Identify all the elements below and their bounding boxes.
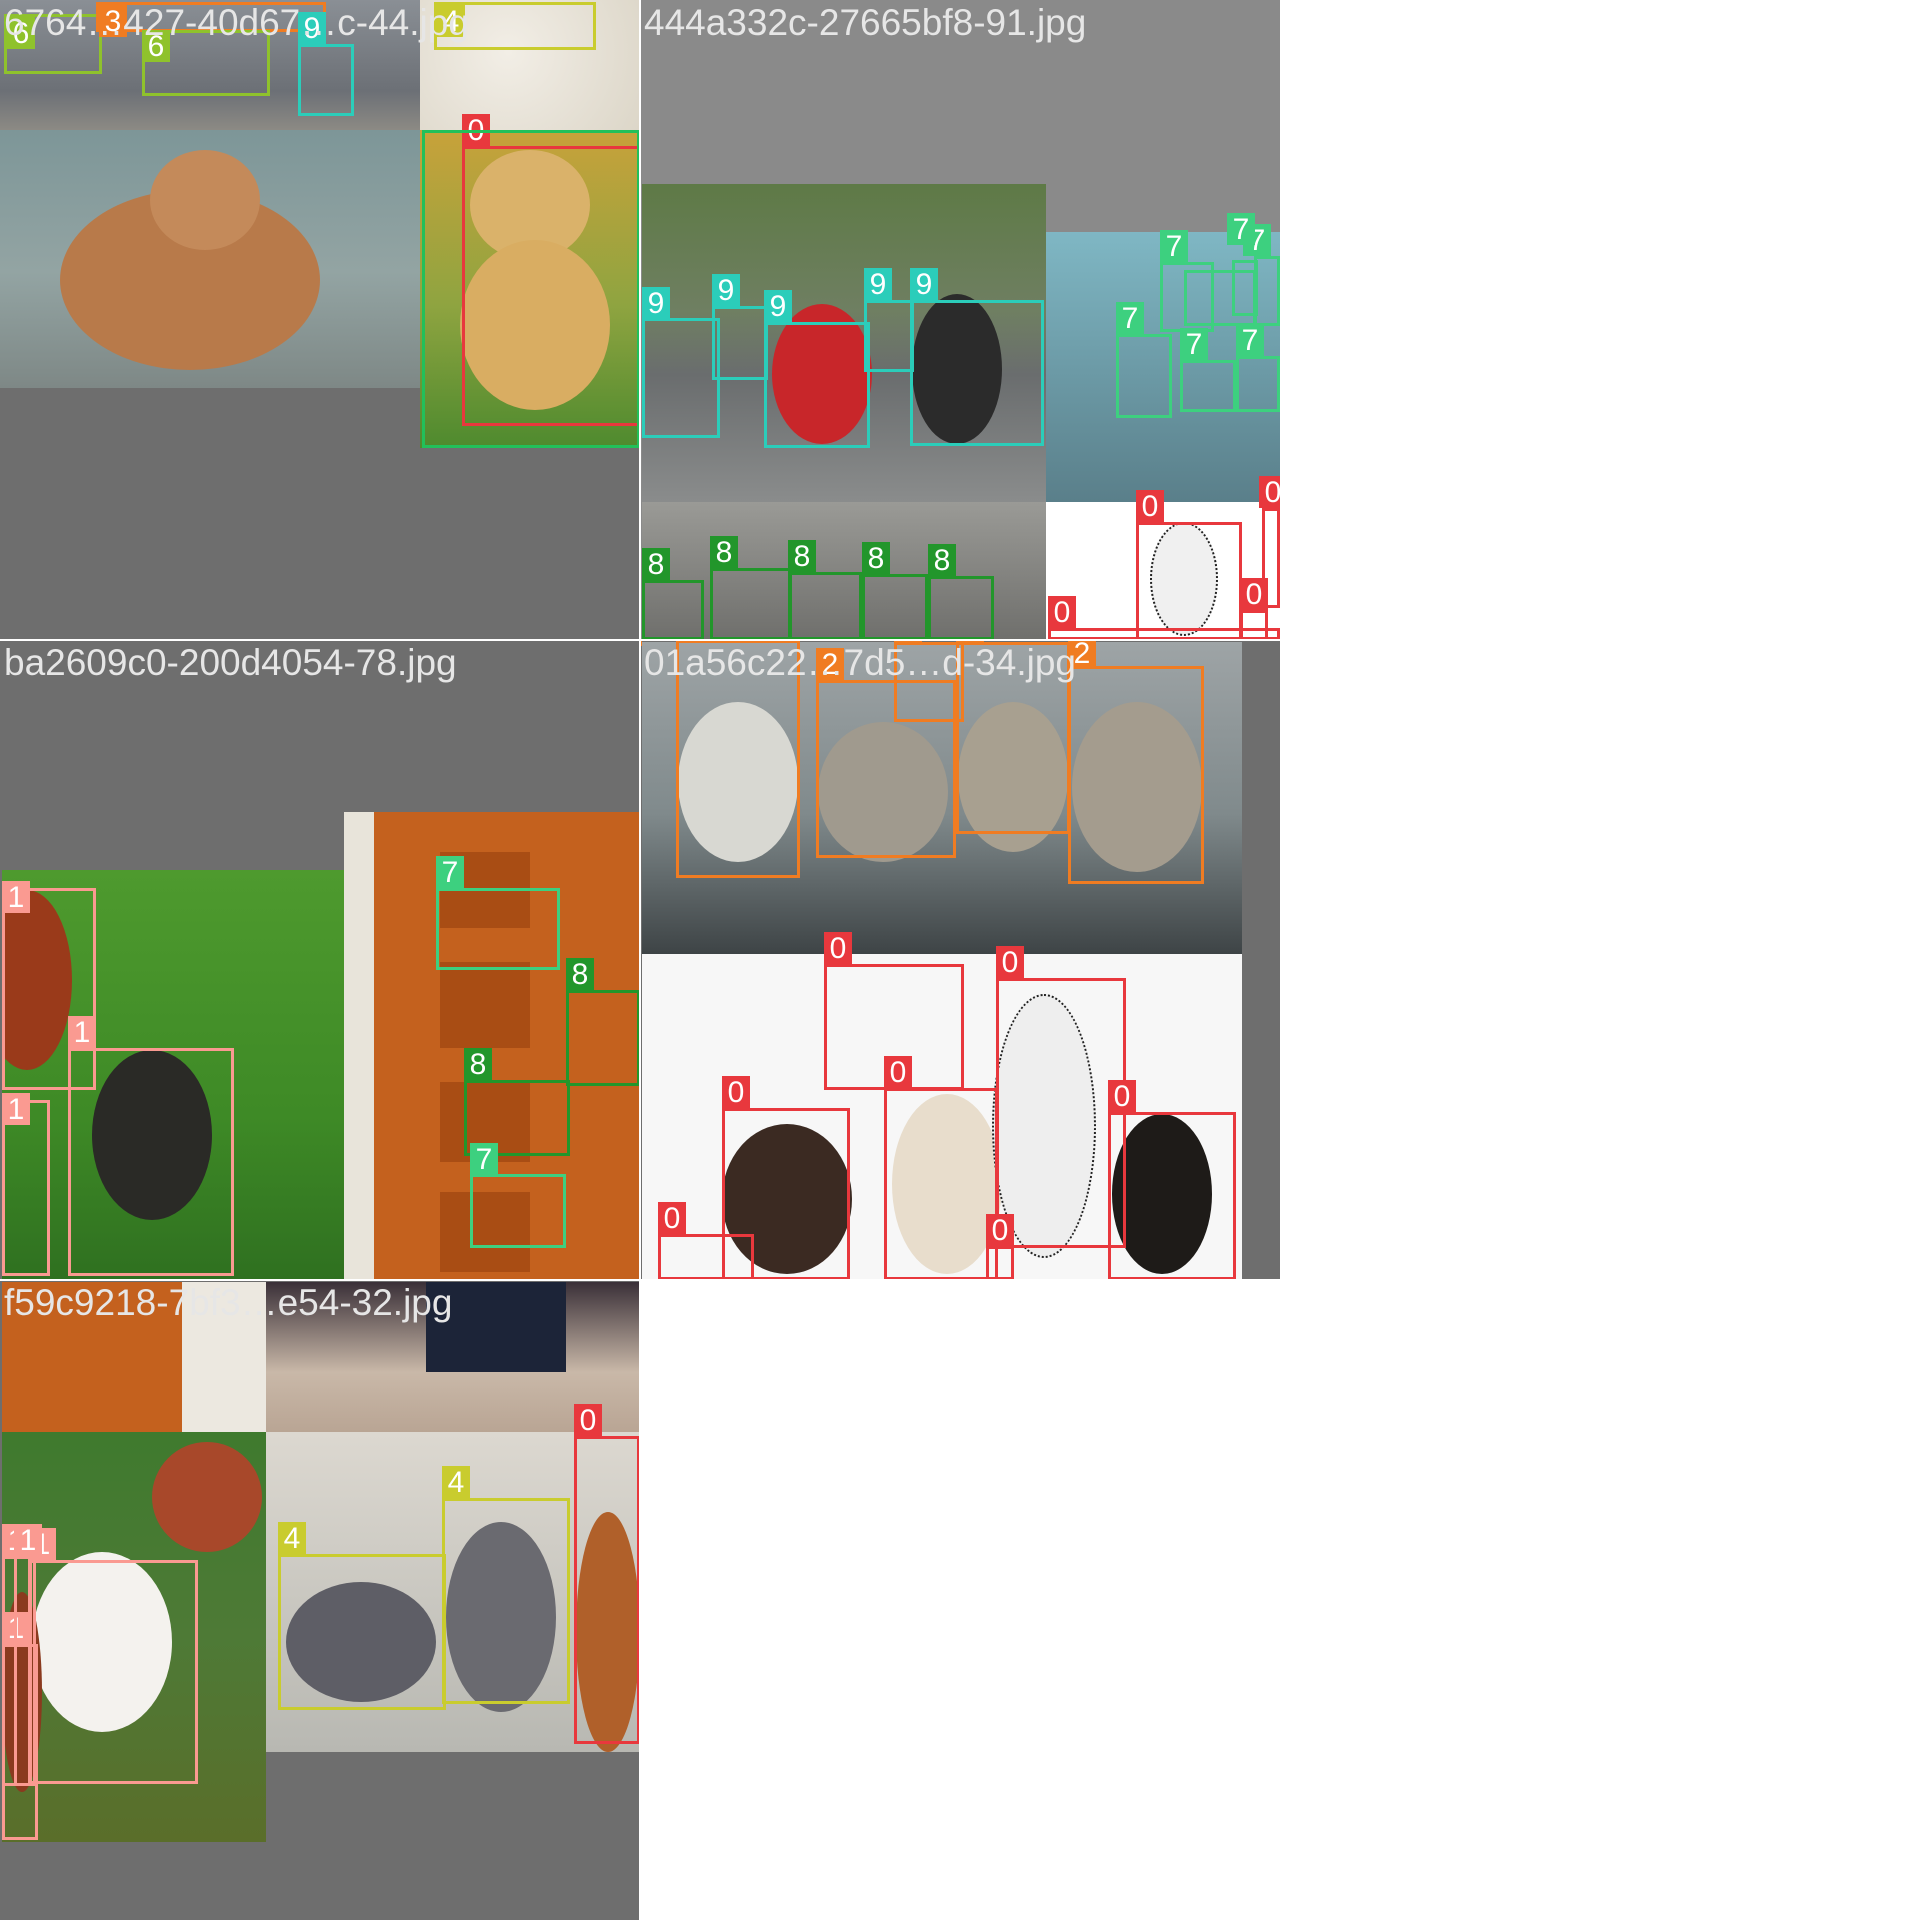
class-label: 7 bbox=[436, 856, 464, 889]
class-label: 9 bbox=[712, 274, 740, 307]
detection-box: 7 bbox=[1236, 324, 1280, 412]
detection-box: 0 bbox=[574, 1404, 640, 1744]
class-label: 1 bbox=[2, 1093, 30, 1126]
class-label: 9 bbox=[910, 268, 938, 301]
detection-box: 0 bbox=[986, 1214, 1014, 1280]
detection-box: 4 bbox=[278, 1522, 446, 1710]
mosaic-tile-1: 6764…427-40d67…c-44.jpg 6 3 6 9 4 0 bbox=[0, 0, 640, 640]
class-label: 0 bbox=[574, 1404, 602, 1437]
detection-box: 8 bbox=[788, 540, 862, 640]
detection-box: 9 bbox=[910, 268, 1044, 446]
class-label: 0 bbox=[1240, 578, 1268, 611]
tile-title: ba2609c0-200d4054-78.jpg bbox=[4, 642, 457, 683]
detection-box: 7 bbox=[1227, 213, 1258, 316]
detection-box: 7 bbox=[470, 1143, 566, 1248]
class-label: 7 bbox=[1227, 213, 1255, 246]
class-label: 0 bbox=[996, 946, 1024, 979]
class-label: 0 bbox=[824, 932, 852, 965]
tile-title: f59c9218-7bf3…e54-32.jpg bbox=[4, 1282, 453, 1323]
class-label: 1 bbox=[14, 1524, 42, 1557]
class-label: 8 bbox=[928, 544, 956, 577]
class-label: 0 bbox=[1108, 1080, 1136, 1113]
detection-box: 1 bbox=[28, 1528, 198, 1784]
class-label: 7 bbox=[1160, 230, 1188, 263]
class-label: 4 bbox=[278, 1522, 306, 1555]
class-label: 4 bbox=[442, 1466, 470, 1499]
detection-box: 9 bbox=[642, 287, 720, 438]
class-label: 8 bbox=[710, 536, 738, 569]
poodle-photo bbox=[0, 130, 420, 388]
class-label: 8 bbox=[464, 1048, 492, 1081]
class-label: 1 bbox=[68, 1016, 96, 1049]
detection-box: 7 bbox=[436, 856, 560, 970]
mosaic-tile-3: ba2609c0-200d4054-78.jpg 1 1 1 7 8 8 7 bbox=[0, 640, 640, 1280]
class-label: 7 bbox=[1116, 302, 1144, 335]
mosaic-tile-4: 01a56c22…7d5…d-34.jpg 2 2 2 2 2 2 0 0 0 … bbox=[640, 640, 1280, 1280]
tile-divider bbox=[639, 0, 641, 1920]
detection-box: 8 bbox=[642, 548, 704, 640]
detection-box: 8 bbox=[710, 536, 792, 640]
detection-box: 7 bbox=[1116, 302, 1172, 418]
class-label: 0 bbox=[1136, 490, 1164, 523]
class-label: 8 bbox=[642, 548, 670, 581]
tile-divider bbox=[0, 1279, 1280, 1281]
class-label: 8 bbox=[788, 540, 816, 573]
detection-box: 1 bbox=[2, 1093, 50, 1276]
class-label: 1 bbox=[2, 881, 30, 914]
mosaic-tile-5: f59c9218-7bf3…e54-32.jpg 4 4 0 1 1 1 1 bbox=[0, 1280, 640, 1920]
detection-box bbox=[422, 130, 640, 448]
class-label: 0 bbox=[884, 1056, 912, 1089]
tile-title: 444a332c-27665bf8-91.jpg bbox=[644, 2, 1087, 43]
mosaic-tile-2: 444a332c-27665bf8-91.jpg 9 9 9 9 9 7 7 7… bbox=[640, 0, 1280, 640]
class-label: 7 bbox=[470, 1143, 498, 1176]
class-label: 8 bbox=[862, 542, 890, 575]
class-label: 0 bbox=[986, 1214, 1014, 1247]
class-label: 7 bbox=[1180, 328, 1208, 361]
detection-box: 1 bbox=[14, 1524, 42, 1786]
detection-box: 1 bbox=[68, 1016, 234, 1276]
detection-box: 8 bbox=[928, 544, 994, 640]
class-label: 9 bbox=[764, 290, 792, 323]
tile-title: 6764…427-40d67…c-44.jpg bbox=[4, 2, 469, 43]
detection-box: 0 bbox=[1136, 490, 1242, 640]
detection-box: 4 bbox=[442, 1466, 570, 1704]
detection-box: 0 bbox=[884, 1056, 998, 1280]
class-label: 0 bbox=[658, 1202, 686, 1235]
detection-box: 9 bbox=[864, 268, 914, 372]
detection-box: 2 bbox=[1068, 640, 1204, 884]
class-label: 0 bbox=[1259, 476, 1280, 509]
detection-box: 0 bbox=[996, 946, 1126, 1248]
class-label: 7 bbox=[1236, 324, 1264, 357]
class-label: 9 bbox=[642, 287, 670, 320]
detection-box: 8 bbox=[566, 958, 640, 1086]
detection-box: 9 bbox=[712, 274, 768, 380]
detection-box: 8 bbox=[862, 542, 928, 640]
detection-box: 0 bbox=[658, 1202, 754, 1280]
detection-box: 9 bbox=[764, 290, 870, 448]
tile-divider bbox=[0, 639, 1280, 641]
class-label: 8 bbox=[566, 958, 594, 991]
class-label: 9 bbox=[864, 268, 892, 301]
detection-box: 7 bbox=[1180, 328, 1236, 412]
tile-title: 01a56c22…7d5…d-34.jpg bbox=[644, 642, 1076, 683]
detection-box: 9 bbox=[298, 12, 354, 116]
class-label: 0 bbox=[722, 1076, 750, 1109]
detection-box: 0 bbox=[1108, 1080, 1236, 1280]
class-label: 0 bbox=[1048, 596, 1076, 629]
